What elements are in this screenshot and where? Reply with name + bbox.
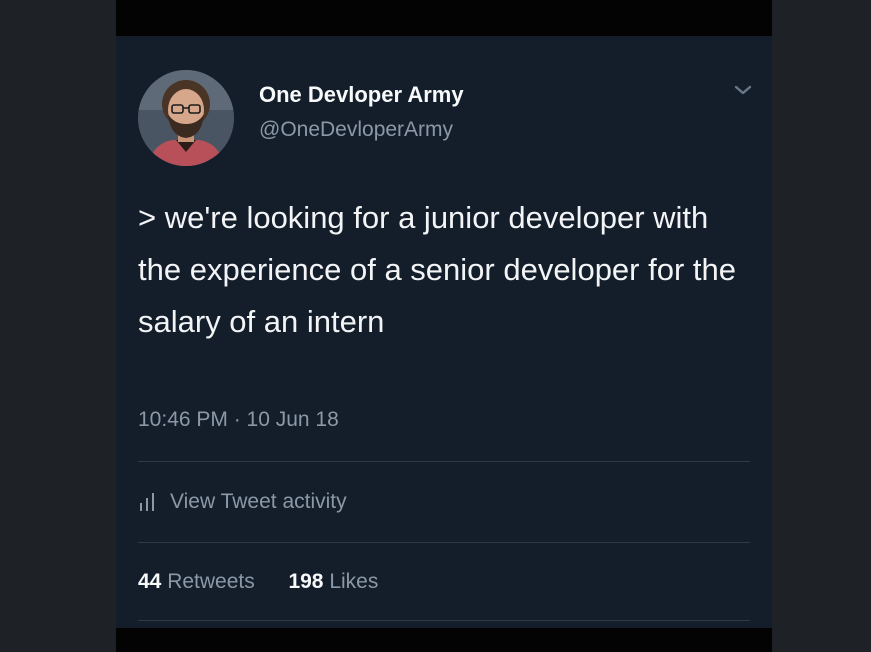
chevron-down-icon[interactable] bbox=[732, 82, 754, 98]
view-activity-label: View Tweet activity bbox=[170, 490, 347, 513]
likes-stat[interactable]: 198 Likes bbox=[288, 570, 378, 593]
retweets-stat[interactable]: 44 Retweets bbox=[138, 570, 261, 593]
display-name[interactable]: One Devloper Army bbox=[259, 82, 464, 108]
tweet-card: One Devloper Army @OneDevloperArmy > we'… bbox=[116, 36, 772, 628]
divider bbox=[138, 620, 750, 621]
tweet-text: > we're looking for a junior developer w… bbox=[138, 200, 736, 339]
screenshot-frame: One Devloper Army @OneDevloperArmy > we'… bbox=[0, 0, 871, 652]
engagement-stats: 44 Retweets 198 Likes bbox=[138, 570, 378, 594]
likes-count: 198 bbox=[288, 570, 324, 593]
user-handle[interactable]: @OneDevloperArmy bbox=[259, 118, 453, 142]
bottom-bar bbox=[116, 628, 772, 652]
view-activity-link[interactable]: View Tweet activity bbox=[138, 488, 347, 516]
divider bbox=[138, 461, 750, 462]
likes-label: Likes bbox=[329, 570, 379, 593]
avatar-image bbox=[138, 70, 234, 166]
top-bar bbox=[116, 0, 772, 36]
retweets-count: 44 bbox=[138, 570, 162, 593]
avatar[interactable] bbox=[138, 70, 234, 166]
bar-chart-icon bbox=[140, 493, 154, 511]
retweets-label: Retweets bbox=[167, 570, 255, 593]
divider bbox=[138, 542, 750, 543]
tweet-timestamp[interactable]: 10:46 PM · 10 Jun 18 bbox=[138, 408, 339, 432]
